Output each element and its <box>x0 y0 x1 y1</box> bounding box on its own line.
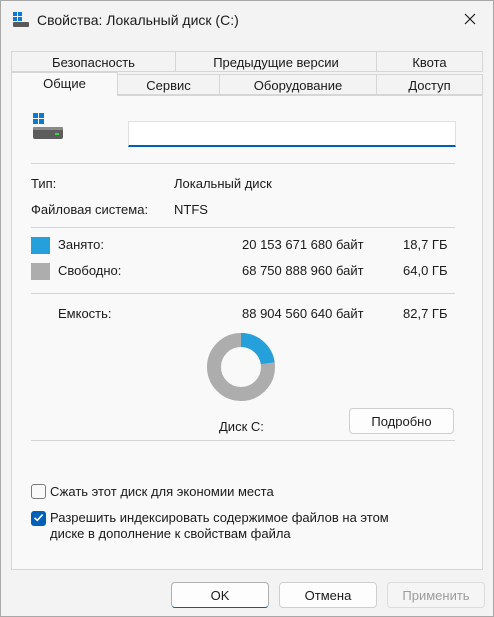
used-size: 18,7 ГБ <box>403 237 448 252</box>
index-label-line2: диске в дополнение к свойствам файла <box>50 526 291 541</box>
separator <box>31 440 455 441</box>
free-label: Свободно: <box>58 263 122 278</box>
free-size: 64,0 ГБ <box>403 263 448 278</box>
disk-label: Диск C: <box>219 419 264 434</box>
disk-usage-donut <box>205 331 277 403</box>
tab-sharing[interactable]: Доступ <box>376 74 483 95</box>
tab-quota[interactable]: Квота <box>376 51 483 72</box>
capacity-label: Емкость: <box>58 306 112 321</box>
filesystem-value: NTFS <box>174 202 208 217</box>
cancel-button[interactable]: Отмена <box>279 582 377 608</box>
type-label: Тип: <box>31 176 57 191</box>
title-bar: Свойства: Локальный диск (C:) <box>1 1 493 39</box>
separator <box>31 293 455 294</box>
free-space-swatch <box>31 263 50 280</box>
tab-general[interactable]: Общие <box>11 72 118 96</box>
drive-icon <box>13 12 29 28</box>
tab-previous-versions[interactable]: Предыдущие версии <box>175 51 377 72</box>
used-space-swatch <box>31 237 50 254</box>
tab-service[interactable]: Сервис <box>117 74 220 95</box>
window-title: Свойства: Локальный диск (C:) <box>37 12 239 28</box>
used-bytes: 20 153 671 680 байт <box>242 237 364 252</box>
tab-security[interactable]: Безопасность <box>11 51 176 72</box>
capacity-bytes: 88 904 560 640 байт <box>242 306 364 321</box>
volume-name-input[interactable] <box>128 121 456 147</box>
details-button[interactable]: Подробно <box>349 408 454 434</box>
used-label: Занято: <box>58 237 104 252</box>
tab-hardware[interactable]: Оборудование <box>219 74 377 95</box>
filesystem-label: Файловая система: <box>31 202 149 217</box>
properties-dialog: Свойства: Локальный диск (C:) Безопаснос… <box>0 0 494 617</box>
check-icon <box>33 511 44 526</box>
free-bytes: 68 750 888 960 байт <box>242 263 364 278</box>
type-value: Локальный диск <box>174 176 272 191</box>
ok-button[interactable]: OK <box>171 582 269 608</box>
apply-button[interactable]: Применить <box>387 582 485 608</box>
separator <box>31 227 455 228</box>
compress-checkbox[interactable] <box>31 484 46 499</box>
drive-icon <box>33 113 63 141</box>
compress-label: Сжать этот диск для экономии места <box>50 484 274 499</box>
close-button[interactable] <box>447 1 493 39</box>
capacity-size: 82,7 ГБ <box>403 306 448 321</box>
index-checkbox[interactable] <box>31 511 46 526</box>
dialog-footer: OK Отмена Применить <box>1 571 493 616</box>
separator <box>31 163 455 164</box>
index-label-line1: Разрешить индексировать содержимое файло… <box>50 510 389 525</box>
close-icon <box>464 13 476 28</box>
